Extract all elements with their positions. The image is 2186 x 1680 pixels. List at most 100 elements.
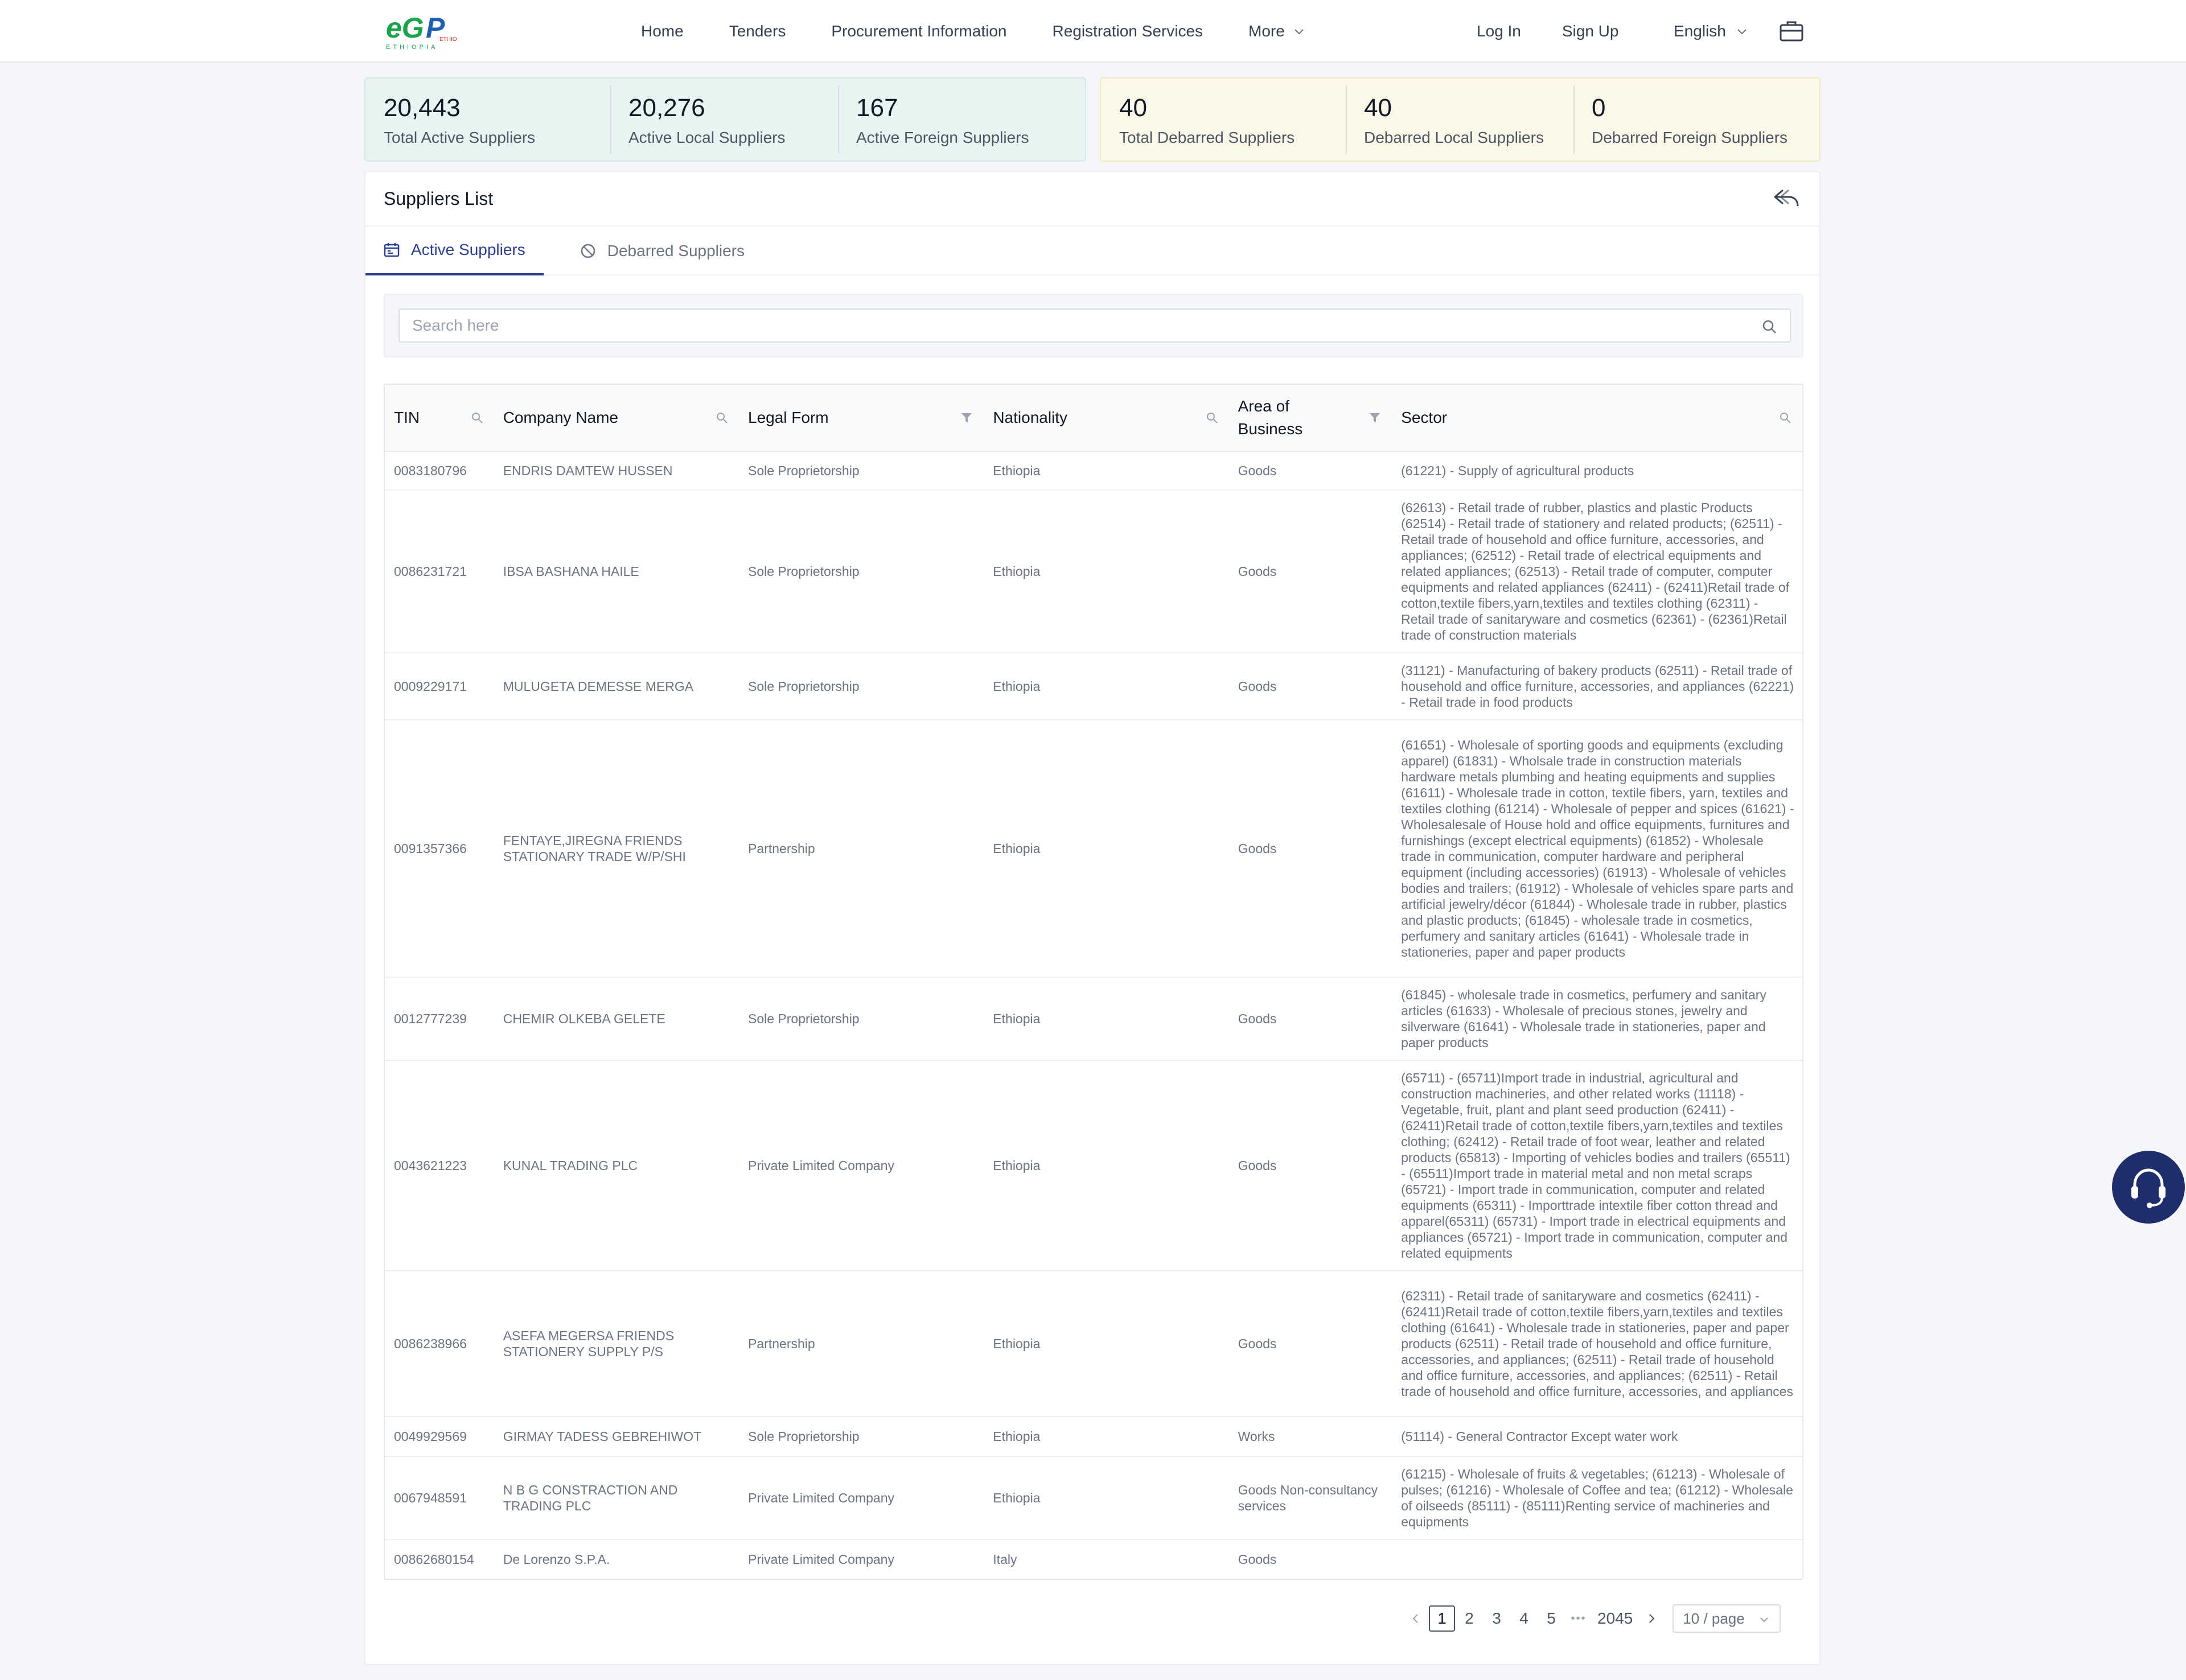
cell-area: Goods Non-consultancy services bbox=[1238, 1483, 1378, 1513]
page-size-label: 10 / page bbox=[1683, 1609, 1745, 1627]
suppliers-list-card: Suppliers List Active Suppliers Debarred… bbox=[364, 171, 1821, 1665]
filter-icon[interactable] bbox=[1368, 411, 1382, 425]
cell-tin: 0083180796 bbox=[394, 463, 467, 478]
search-icon[interactable] bbox=[715, 411, 729, 425]
stat-debarred-local: 40 Debarred Local Suppliers bbox=[1346, 79, 1573, 160]
calendar-icon bbox=[384, 243, 400, 257]
search-input[interactable] bbox=[400, 310, 1732, 341]
cell-nationality: Ethiopia bbox=[993, 1429, 1041, 1444]
cell-area: Goods bbox=[1238, 1552, 1277, 1567]
reply-back-icon[interactable] bbox=[1773, 187, 1800, 209]
tab-active-label: Active Suppliers bbox=[411, 241, 525, 258]
cell-nationality: Ethiopia bbox=[993, 1011, 1041, 1026]
table-row[interactable]: 0067948591 N B G CONSTRACTION AND TRADIN… bbox=[385, 1457, 1802, 1540]
cell-legal-form: Sole Proprietorship bbox=[748, 1429, 860, 1444]
table-row[interactable]: 0091357366 FENTAYE,JIREGNA FRIENDS STATI… bbox=[385, 720, 1802, 978]
col-area-of-business: Area of Business bbox=[1229, 385, 1392, 451]
cell-sector: (61651) - Wholesale of sporting goods an… bbox=[1401, 738, 1794, 960]
tab-active-suppliers[interactable]: Active Suppliers bbox=[365, 227, 544, 275]
col-company-name: Company Name bbox=[494, 385, 739, 451]
cell-legal-form: Sole Proprietorship bbox=[748, 463, 860, 478]
stat-label: Total Active Suppliers bbox=[384, 129, 536, 146]
login-link[interactable]: Log In bbox=[1477, 22, 1521, 40]
search-icon[interactable] bbox=[470, 411, 484, 425]
stat-value: 0 bbox=[1592, 94, 1606, 122]
page-size-select[interactable]: 10 / page bbox=[1673, 1604, 1781, 1633]
nav-home[interactable]: Home bbox=[641, 22, 684, 40]
stat-value: 20,276 bbox=[628, 94, 705, 122]
signup-link[interactable]: Sign Up bbox=[1562, 22, 1619, 40]
stat-label: Total Debarred Suppliers bbox=[1119, 129, 1295, 146]
page-ellipsis[interactable]: ••• bbox=[1565, 1605, 1592, 1632]
nav-more[interactable]: More bbox=[1248, 22, 1304, 40]
chevron-down-icon bbox=[1295, 29, 1304, 35]
cell-company-name: N B G CONSTRACTION AND TRADING PLC bbox=[503, 1483, 678, 1513]
cell-sector: (62311) - Retail trade of sanitaryware a… bbox=[1401, 1288, 1793, 1399]
cell-sector: (31121) - Manufacturing of bakery produc… bbox=[1401, 663, 1794, 710]
search-panel bbox=[384, 294, 1803, 357]
language-select[interactable]: English bbox=[1674, 0, 1748, 63]
cell-area: Goods bbox=[1238, 1336, 1277, 1351]
cell-sector: (61215) - Wholesale of fruits & vegetabl… bbox=[1401, 1467, 1793, 1529]
auth-links: Log In Sign Up bbox=[1477, 0, 1659, 63]
stat-total-active: 20,443 Total Active Suppliers bbox=[365, 79, 610, 160]
table-row[interactable]: 0009229171 MULUGETA DEMESSE MERGA Sole P… bbox=[385, 653, 1802, 720]
cell-tin: 0043621223 bbox=[394, 1158, 467, 1173]
stat-value: 167 bbox=[856, 94, 898, 122]
cell-tin: 0049929569 bbox=[394, 1429, 467, 1444]
cell-sector: (51114) - General Contractor Except wate… bbox=[1401, 1429, 1678, 1444]
stat-total-debarred: 40 Total Debarred Suppliers bbox=[1101, 79, 1346, 160]
page-last-button[interactable]: 2045 bbox=[1593, 1605, 1637, 1632]
prev-page-button[interactable] bbox=[1403, 1605, 1429, 1632]
stat-label: Active Local Suppliers bbox=[628, 129, 786, 146]
stat-debarred-foreign: 0 Debarred Foreign Suppliers bbox=[1573, 79, 1818, 160]
cell-nationality: Ethiopia bbox=[993, 1490, 1041, 1505]
table-row[interactable]: 0086231721 IBSA BASHANA HAILE Sole Propr… bbox=[385, 491, 1802, 653]
table-row[interactable]: 0086238966 ASEFA MEGERSA FRIENDS STATION… bbox=[385, 1271, 1802, 1417]
page-5-button[interactable]: 5 bbox=[1538, 1605, 1564, 1632]
cell-legal-form: Sole Proprietorship bbox=[748, 564, 860, 579]
table-row[interactable]: 0012777239 CHEMIR OLKEBA GELETE Sole Pro… bbox=[385, 978, 1802, 1061]
stat-value: 20,443 bbox=[384, 94, 461, 122]
stat-label: Debarred Local Suppliers bbox=[1364, 129, 1544, 146]
page-3-button[interactable]: 3 bbox=[1484, 1605, 1510, 1632]
table-row[interactable]: 0083180796 ENDRIS DAMTEW HUSSEN Sole Pro… bbox=[385, 452, 1802, 491]
filter-icon[interactable] bbox=[960, 411, 973, 425]
support-chat-button[interactable] bbox=[2112, 1151, 2185, 1224]
stat-label: Debarred Foreign Suppliers bbox=[1592, 129, 1788, 146]
page-4-button[interactable]: 4 bbox=[1511, 1605, 1537, 1632]
table-row[interactable]: 0049929569 GIRMAY TADESS GEBREHIWOT Sole… bbox=[385, 1417, 1802, 1457]
cell-tin: 0086238966 bbox=[394, 1336, 467, 1351]
nav-tenders[interactable]: Tenders bbox=[729, 22, 786, 40]
nav-registration-services[interactable]: Registration Services bbox=[1052, 22, 1203, 40]
cell-legal-form: Partnership bbox=[748, 841, 815, 856]
cell-nationality: Ethiopia bbox=[993, 1336, 1041, 1351]
card-header: Suppliers List bbox=[365, 172, 1819, 227]
cell-area: Goods bbox=[1238, 841, 1277, 856]
cell-nationality: Ethiopia bbox=[993, 679, 1041, 694]
cell-company-name: De Lorenzo S.P.A. bbox=[503, 1552, 610, 1567]
cell-tin: 0067948591 bbox=[394, 1490, 467, 1505]
briefcase-icon[interactable] bbox=[1780, 19, 1803, 42]
nav-procurement-information[interactable]: Procurement Information bbox=[831, 22, 1006, 40]
cell-tin: 0009229171 bbox=[394, 679, 467, 694]
page-2-button[interactable]: 2 bbox=[1456, 1605, 1482, 1632]
cell-tin: 0091357366 bbox=[394, 841, 467, 856]
next-page-button[interactable] bbox=[1638, 1605, 1665, 1632]
active-suppliers-stats: 20,443 Total Active Suppliers 20,276 Act… bbox=[364, 77, 1086, 162]
chevron-down-icon bbox=[1737, 29, 1747, 35]
chevron-down-icon bbox=[1760, 1617, 1769, 1623]
search-icon[interactable] bbox=[1761, 319, 1777, 335]
search-icon[interactable] bbox=[1205, 411, 1219, 425]
cell-sector: (61221) - Supply of agricultural product… bbox=[1401, 463, 1634, 478]
col-nationality-label: Nationality bbox=[993, 409, 1068, 426]
tab-debarred-suppliers[interactable]: Debarred Suppliers bbox=[580, 227, 745, 275]
table-header: TIN Company Name Legal Form Nationality … bbox=[385, 385, 1802, 452]
egp-logo[interactable]: eG P ETHIO ETHIOPIA bbox=[385, 11, 462, 51]
page-1-button[interactable]: 1 bbox=[1429, 1605, 1455, 1632]
svg-text:ETHIOPIA: ETHIOPIA bbox=[386, 44, 438, 51]
table-row[interactable]: 00862680154 De Lorenzo S.P.A. Private Li… bbox=[385, 1540, 1802, 1579]
col-sector: Sector bbox=[1392, 385, 1802, 451]
search-icon[interactable] bbox=[1778, 411, 1792, 425]
table-row[interactable]: 0043621223 KUNAL TRADING PLC Private Lim… bbox=[385, 1061, 1802, 1271]
